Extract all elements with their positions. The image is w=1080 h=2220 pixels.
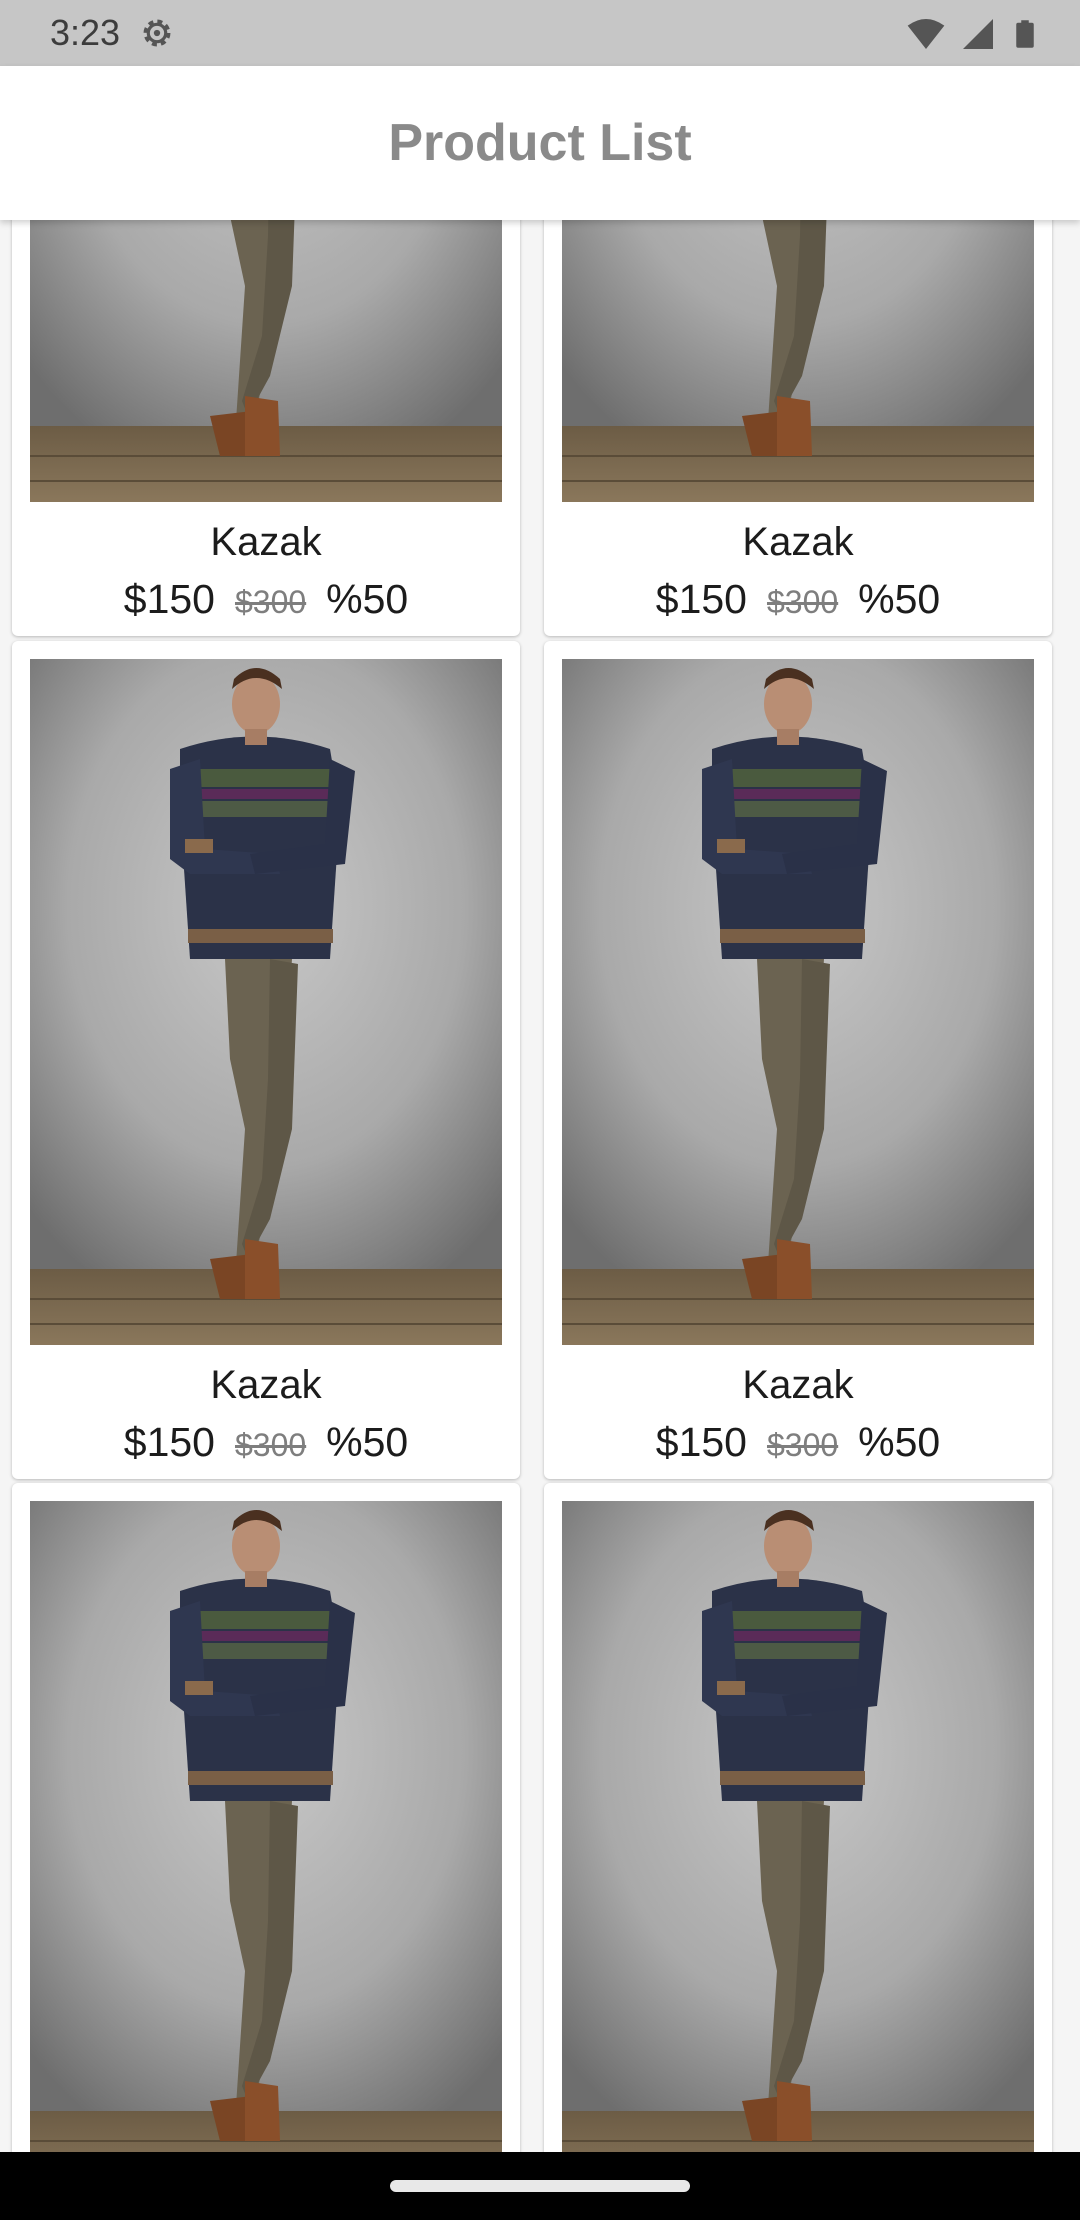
settings-icon <box>138 14 176 52</box>
product-name: Kazak <box>210 1363 322 1407</box>
product-price: $150 <box>655 576 747 622</box>
product-card[interactable]: Kazak $150 $300 %50 <box>544 1483 1052 2152</box>
product-card[interactable]: Kazak $150 $300 %50 <box>544 641 1052 1479</box>
product-name: Kazak <box>210 520 322 564</box>
product-old-price: $300 <box>766 584 839 620</box>
product-grid[interactable]: Kazak $150 $300 %50 Kazak $150 $300 %50 … <box>0 220 1080 2152</box>
product-card[interactable]: Kazak $150 $300 %50 <box>12 641 520 1479</box>
battery-icon <box>1010 15 1040 58</box>
product-card[interactable]: Kazak $150 $300 %50 <box>12 220 520 636</box>
product-discount: %50 <box>858 576 941 622</box>
page-title: Product List <box>388 114 692 172</box>
product-image[interactable] <box>562 659 1034 1345</box>
product-old-price: $300 <box>234 584 307 620</box>
product-image[interactable] <box>30 659 502 1345</box>
product-price: $150 <box>123 1419 215 1465</box>
product-image[interactable] <box>30 220 502 502</box>
navigation-bar <box>0 2152 1080 2220</box>
product-card[interactable]: Kazak $150 $300 %50 <box>12 1483 520 2152</box>
product-discount: %50 <box>858 1419 941 1465</box>
signal-icon <box>960 16 996 57</box>
product-image[interactable] <box>30 1501 502 2152</box>
product-old-price: $300 <box>766 1427 839 1463</box>
status-time: 3:23 <box>50 12 121 53</box>
product-prices: $150 $300 %50 <box>12 576 520 623</box>
product-old-price: $300 <box>234 1427 307 1463</box>
product-discount: %50 <box>326 1419 409 1465</box>
status-bar: 3:23 <box>0 0 1080 66</box>
wifi-icon <box>906 14 946 59</box>
product-name: Kazak <box>742 1363 854 1407</box>
product-image[interactable] <box>562 1501 1034 2152</box>
product-image[interactable] <box>562 220 1034 502</box>
product-discount: %50 <box>326 576 409 622</box>
product-name: Kazak <box>742 520 854 564</box>
product-card[interactable]: Kazak $150 $300 %50 <box>544 220 1052 636</box>
product-prices: $150 $300 %50 <box>12 1419 520 1466</box>
product-prices: $150 $300 %50 <box>544 1419 1052 1466</box>
product-price: $150 <box>123 576 215 622</box>
product-price: $150 <box>655 1419 747 1465</box>
app-bar: Product List <box>0 66 1080 220</box>
product-prices: $150 $300 %50 <box>544 576 1052 623</box>
home-gesture-handle[interactable] <box>390 2180 690 2192</box>
